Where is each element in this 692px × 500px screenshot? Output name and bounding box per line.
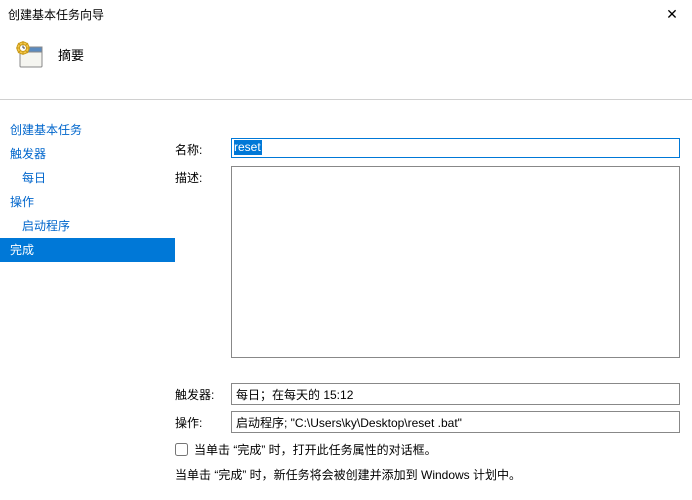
nav-trigger-daily[interactable]: 每日 — [0, 166, 175, 190]
wizard-content: 名称: reset 描述: 触发器: 每日；在每天的 15:12 操作: 启动程… — [175, 100, 692, 500]
wizard-header: 摘要 — [0, 28, 692, 81]
wizard-icon — [14, 39, 46, 71]
title-bar: 创建基本任务向导 ✕ — [0, 0, 692, 28]
name-label: 名称: — [175, 138, 231, 158]
trigger-summary-label: 触发器: — [175, 383, 231, 405]
nav-create-basic-task[interactable]: 创建基本任务 — [0, 118, 175, 142]
close-button[interactable]: ✕ — [660, 2, 684, 26]
wizard-heading: 摘要 — [58, 45, 84, 64]
description-input[interactable] — [231, 166, 680, 358]
nav-trigger[interactable]: 触发器 — [0, 142, 175, 166]
nav-finish[interactable]: 完成 — [0, 238, 175, 262]
window-title: 创建基本任务向导 — [8, 6, 104, 23]
finish-info-text: 当单击 “完成” 时，新任务将会被创建并添加到 Windows 计划中。 — [175, 466, 680, 483]
nav-action-start-program[interactable]: 启动程序 — [0, 214, 175, 238]
open-properties-label: 当单击 “完成” 时，打开此任务属性的对话框。 — [194, 441, 437, 458]
action-summary-value[interactable]: 启动程序; "C:\Users\ky\Desktop\reset .bat" — [231, 411, 680, 433]
wizard-nav: 创建基本任务 触发器 每日 操作 启动程序 完成 — [0, 100, 175, 500]
action-summary-label: 操作: — [175, 411, 231, 433]
description-label: 描述: — [175, 166, 231, 361]
close-icon: ✕ — [666, 6, 678, 23]
nav-action[interactable]: 操作 — [0, 190, 175, 214]
name-input[interactable]: reset — [231, 138, 680, 158]
open-properties-checkbox[interactable] — [175, 443, 188, 456]
open-properties-row[interactable]: 当单击 “完成” 时，打开此任务属性的对话框。 — [175, 441, 680, 458]
trigger-summary-value[interactable]: 每日；在每天的 15:12 — [231, 383, 680, 405]
